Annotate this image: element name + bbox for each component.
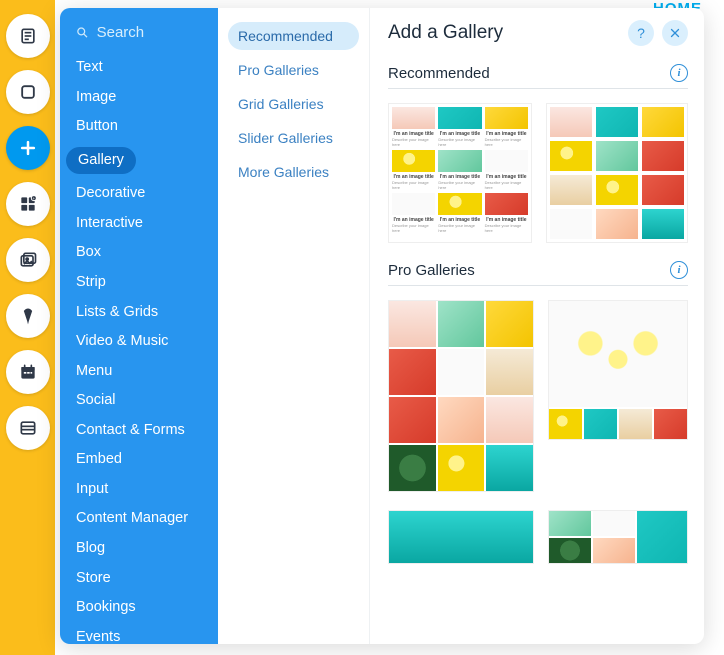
category-item[interactable]: Video & Music <box>60 327 218 357</box>
category-item[interactable]: Embed <box>60 445 218 475</box>
category-item[interactable]: Text <box>60 53 218 83</box>
gallery-preview[interactable] <box>548 510 688 564</box>
category-item[interactable]: Store <box>60 564 218 594</box>
category-item[interactable]: Blog <box>60 534 218 564</box>
category-item[interactable]: Social <box>60 386 218 416</box>
category-item[interactable]: Gallery <box>60 142 218 180</box>
rail-blog-icon[interactable] <box>6 294 50 338</box>
rail-apps-icon[interactable]: + <box>6 182 50 226</box>
content-area: Add a Gallery ? Recommended i I'm an ima… <box>370 8 704 644</box>
info-icon[interactable]: i <box>670 261 688 279</box>
category-item[interactable]: Strip <box>60 268 218 298</box>
gallery-preview[interactable] <box>388 300 534 492</box>
gallery-preview[interactable] <box>546 103 688 243</box>
close-button[interactable] <box>662 20 688 46</box>
add-panel: TextImageButtonGalleryDecorativeInteract… <box>60 8 704 644</box>
category-item[interactable]: Menu <box>60 357 218 387</box>
category-item[interactable]: Lists & Grids <box>60 298 218 328</box>
category-item[interactable]: Decorative <box>60 179 218 209</box>
subcategory-item[interactable]: Recommended <box>228 22 359 50</box>
category-item[interactable]: Input <box>60 475 218 505</box>
gallery-preview[interactable]: I'm an image titleDescribe your image he… <box>388 103 532 243</box>
gallery-preview[interactable] <box>548 300 688 440</box>
rail-media-icon[interactable] <box>6 238 50 282</box>
search-icon <box>76 25 89 40</box>
info-icon[interactable]: i <box>670 64 688 82</box>
category-item[interactable]: Image <box>60 83 218 113</box>
rail-section-icon[interactable] <box>6 70 50 114</box>
category-item[interactable]: Contact & Forms <box>60 416 218 446</box>
panel-title: Add a Gallery <box>388 22 503 44</box>
search-input[interactable] <box>97 24 204 41</box>
search-box[interactable] <box>60 18 218 53</box>
subcategory-item[interactable]: Pro Galleries <box>228 56 359 84</box>
gallery-preview[interactable] <box>388 510 534 564</box>
section-recommended-title: Recommended <box>388 65 490 82</box>
category-item[interactable]: Box <box>60 238 218 268</box>
tool-rail: + <box>4 14 52 450</box>
category-item[interactable]: Interactive <box>60 209 218 239</box>
rail-data-icon[interactable] <box>6 406 50 450</box>
rail-pages-icon[interactable] <box>6 14 50 58</box>
close-icon <box>669 27 681 39</box>
subcategory-item[interactable]: More Galleries <box>228 158 359 186</box>
category-item[interactable]: Events <box>60 623 218 644</box>
subcategory-list: Recommended Pro Galleries Grid Galleries Sl… <box>218 8 370 644</box>
category-item[interactable]: Content Manager <box>60 504 218 534</box>
category-item[interactable]: Bookings <box>60 593 218 623</box>
rail-bookings-icon[interactable] <box>6 350 50 394</box>
section-pro-title: Pro Galleries <box>388 262 475 279</box>
subcategory-item[interactable]: Grid Galleries <box>228 90 359 118</box>
category-sidebar: TextImageButtonGalleryDecorativeInteract… <box>60 8 218 644</box>
help-button[interactable]: ? <box>628 20 654 46</box>
rail-add-icon[interactable] <box>6 126 50 170</box>
category-item[interactable]: Button <box>60 112 218 142</box>
subcategory-item[interactable]: Slider Galleries <box>228 124 359 152</box>
